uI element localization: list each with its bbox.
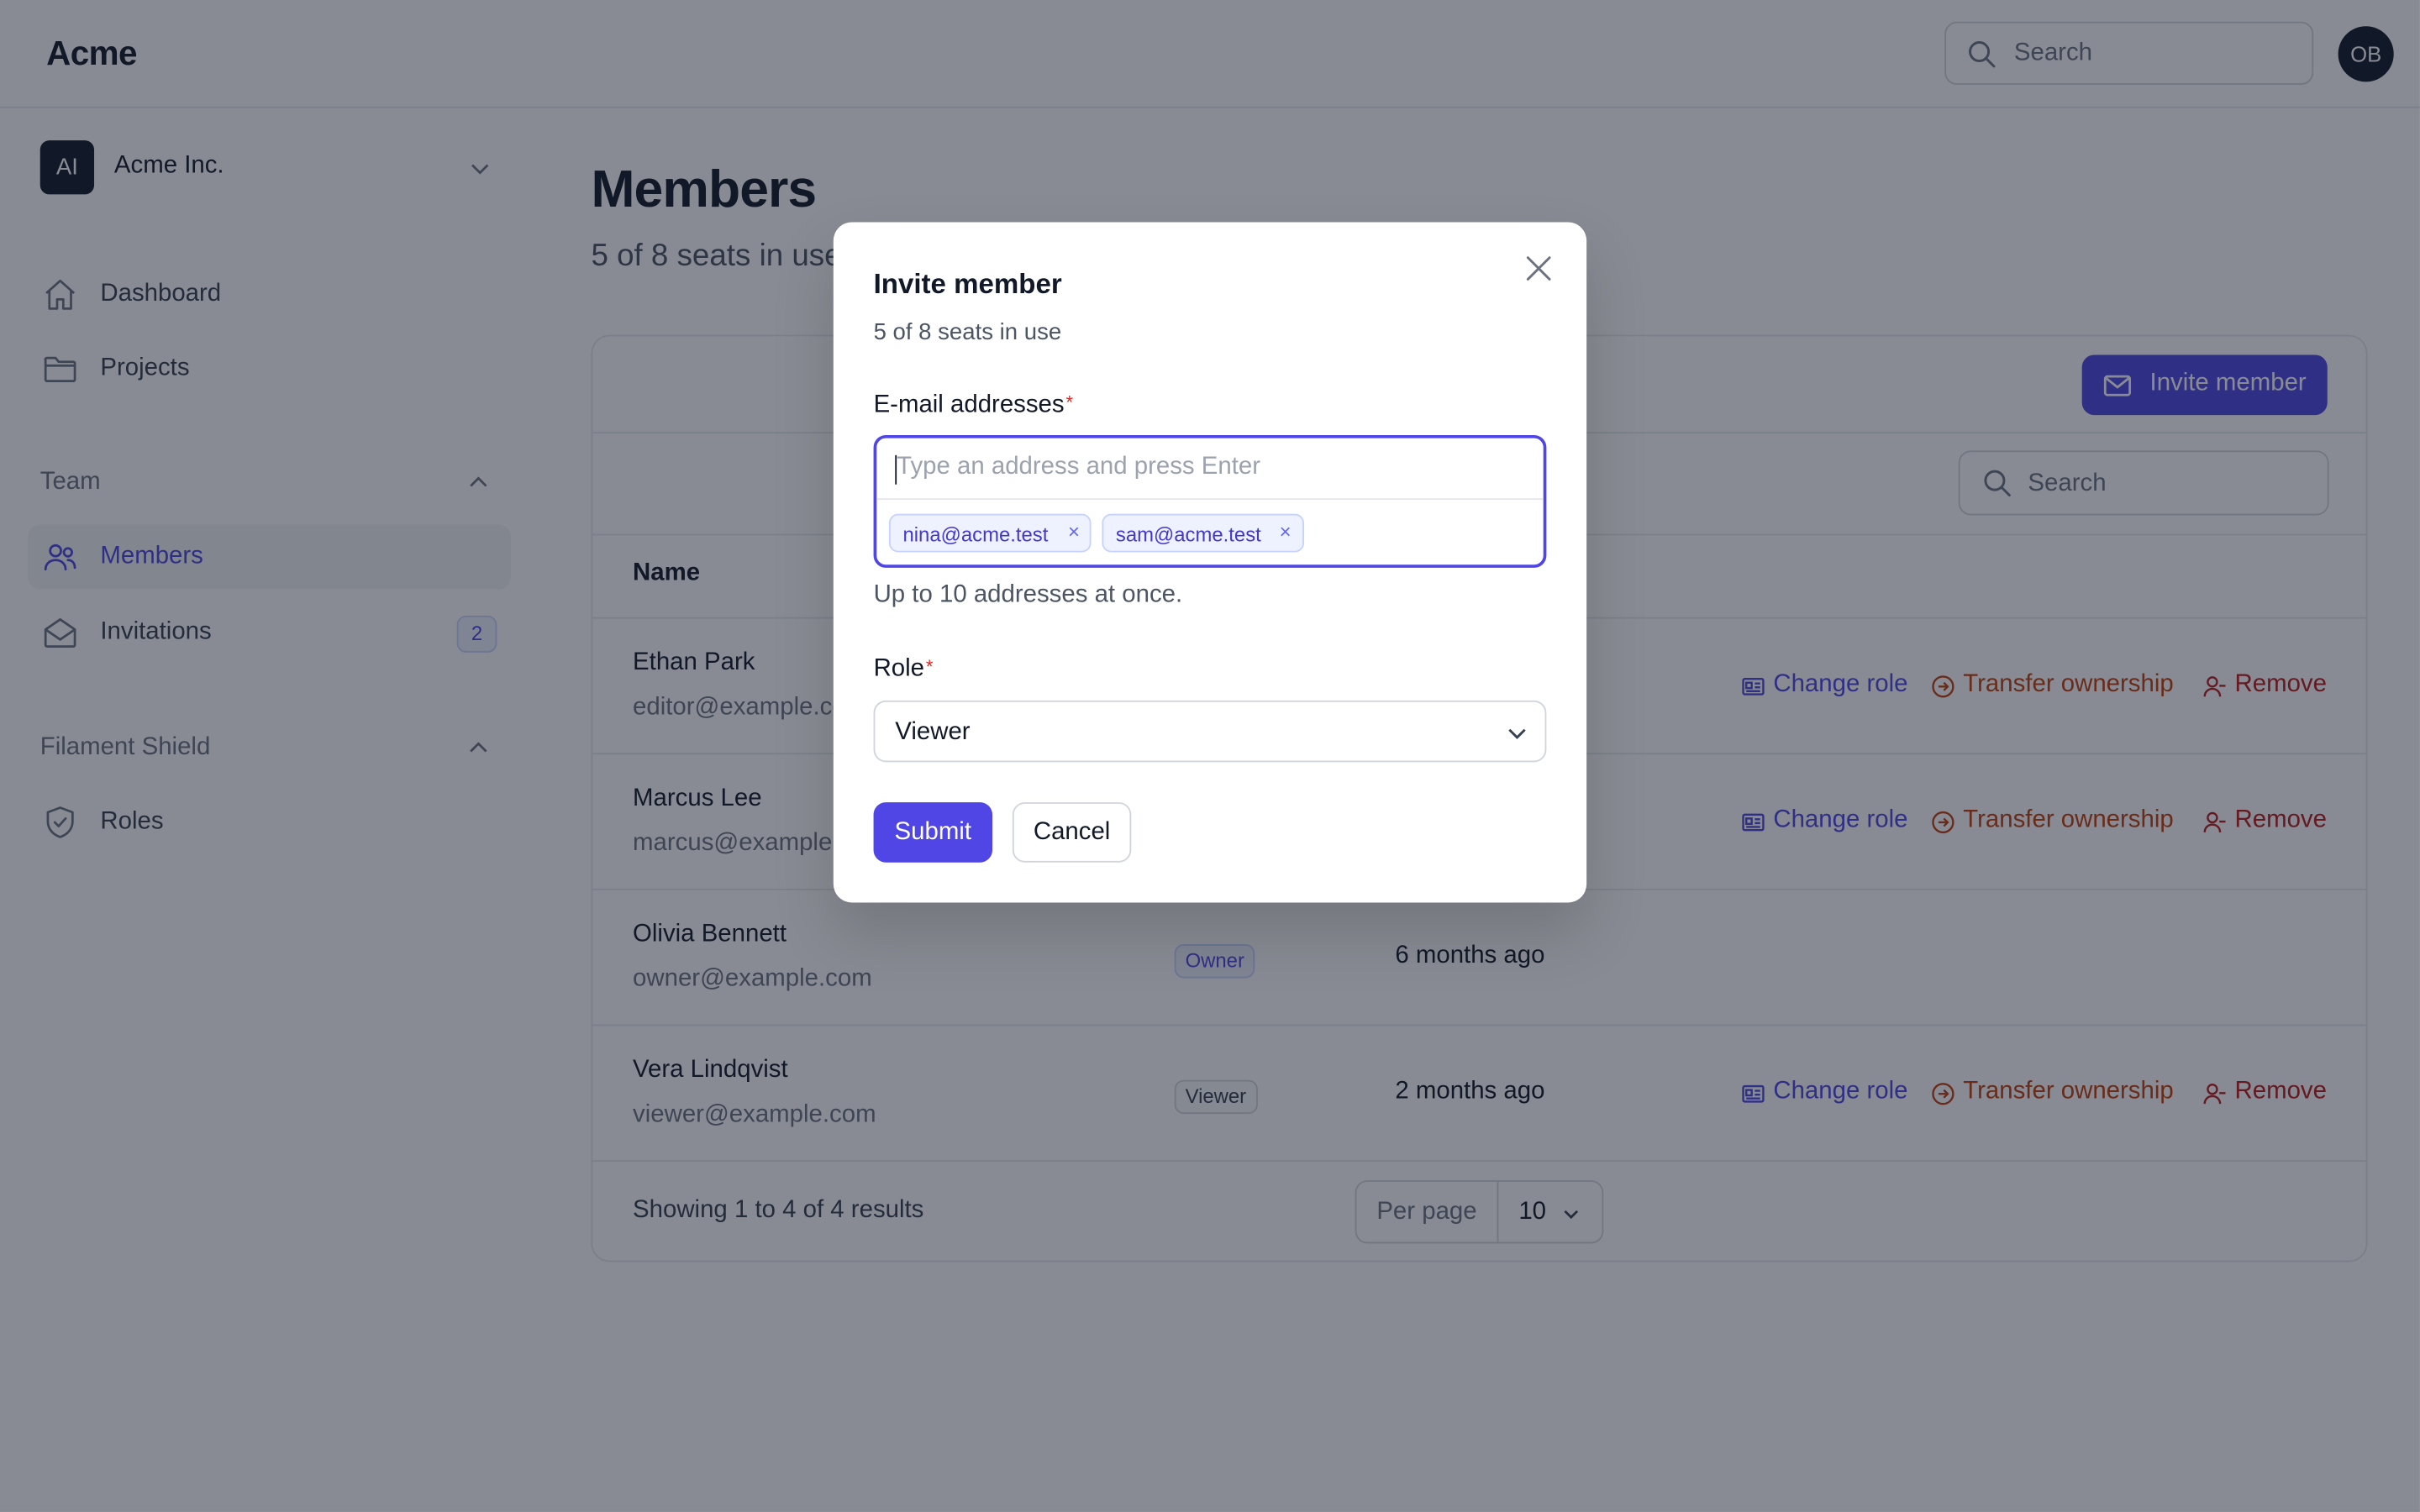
email-tags-field[interactable]: Type an address and press Enter nina@acm… — [873, 434, 1547, 568]
chevron-down-icon — [1507, 722, 1528, 744]
remove-chip-icon[interactable]: × — [1280, 520, 1292, 543]
role-select-value: Viewer — [895, 718, 971, 746]
email-field-hint: Up to 10 addresses at once. — [873, 581, 1183, 608]
role-field-label-text: Role — [873, 655, 925, 682]
email-input-placeholder: Type an address and press Enter — [897, 453, 1261, 480]
required-mark: * — [925, 655, 934, 678]
required-mark: * — [1065, 391, 1074, 414]
role-select[interactable]: Viewer — [873, 700, 1547, 763]
email-chip: sam@acme.test × — [1102, 513, 1305, 553]
submit-button[interactable]: Submit — [873, 802, 992, 863]
email-input[interactable]: Type an address and press Enter — [876, 438, 1544, 501]
remove-chip-icon[interactable]: × — [1068, 520, 1080, 543]
role-field-label: Role * — [874, 656, 934, 684]
text-caret — [895, 454, 897, 485]
cancel-button[interactable]: Cancel — [1012, 802, 1132, 863]
email-field-label: E-mail addresses * — [874, 392, 1073, 420]
modal-subtitle: 5 of 8 seats in use — [873, 319, 1062, 346]
modal-title: Invite member — [873, 268, 1062, 300]
invite-member-modal: Invite member 5 of 8 seats in use E-mail… — [833, 222, 1587, 903]
app-page: Acme Search OB AI Acme Inc. Dashboard Pr… — [0, 0, 2420, 1512]
close-icon[interactable] — [1523, 253, 1555, 284]
email-chip-text: nina@acme.test — [902, 522, 1049, 547]
email-chip: nina@acme.test × — [888, 513, 1092, 553]
email-field-label-text: E-mail addresses — [873, 391, 1065, 418]
email-chip-text: sam@acme.test — [1115, 522, 1261, 547]
